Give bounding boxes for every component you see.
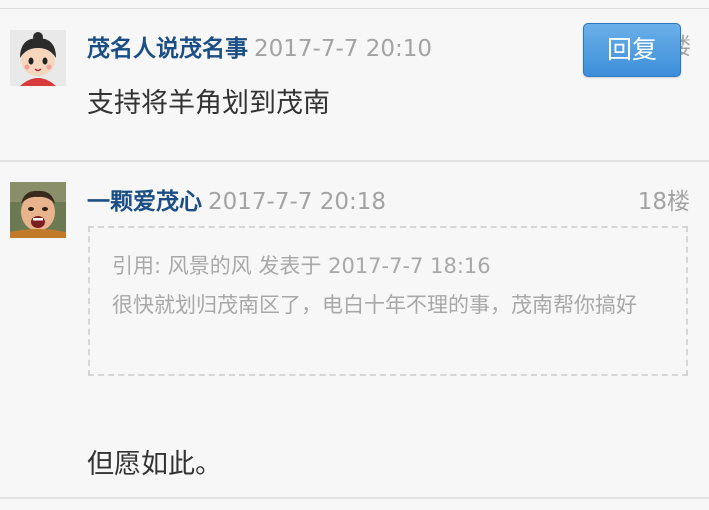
post-content: 但愿如此。 [87, 449, 222, 480]
post-content: 支持将羊角划到茂南 [87, 88, 330, 119]
author-name[interactable]: 一颗爱茂心 [87, 189, 202, 215]
post-item: 一颗爱茂心 2017-7-7 20:18 18楼 引用: 风景的风 发表于 201… [0, 162, 709, 498]
avatar[interactable] [10, 30, 66, 86]
bottom-divider [0, 497, 709, 499]
author-name[interactable]: 茂名人说茂名事 [87, 36, 248, 62]
cartoon-girl-avatar-icon [10, 30, 66, 86]
post-item: 茂名人说茂名事2017-7-7 20:10 楼 回复 支持将羊角划到茂南 [0, 9, 709, 161]
quote-header: 引用: 风景的风 发表于 2017-7-7 18:16 [112, 254, 491, 278]
quote-body: 很快就划归茂南区了，电白十年不理的事，茂南帮你搞好 [112, 293, 637, 317]
post-meta: 一颗爱茂心 2017-7-7 20:18 [87, 182, 386, 216]
reply-button[interactable]: 回复 [583, 23, 681, 77]
post-time: 2017-7-7 20:10 [254, 36, 432, 62]
post-time: 2017-7-7 20:18 [208, 189, 386, 215]
child-photo-avatar-icon [10, 182, 66, 238]
quote-block: 引用: 风景的风 发表于 2017-7-7 18:16 很快就划归茂南区了，电白… [88, 226, 688, 376]
avatar[interactable] [10, 182, 66, 238]
post-meta: 茂名人说茂名事 2017-7-7 20:10 [87, 29, 432, 63]
floor-number: 18楼 [637, 189, 690, 215]
